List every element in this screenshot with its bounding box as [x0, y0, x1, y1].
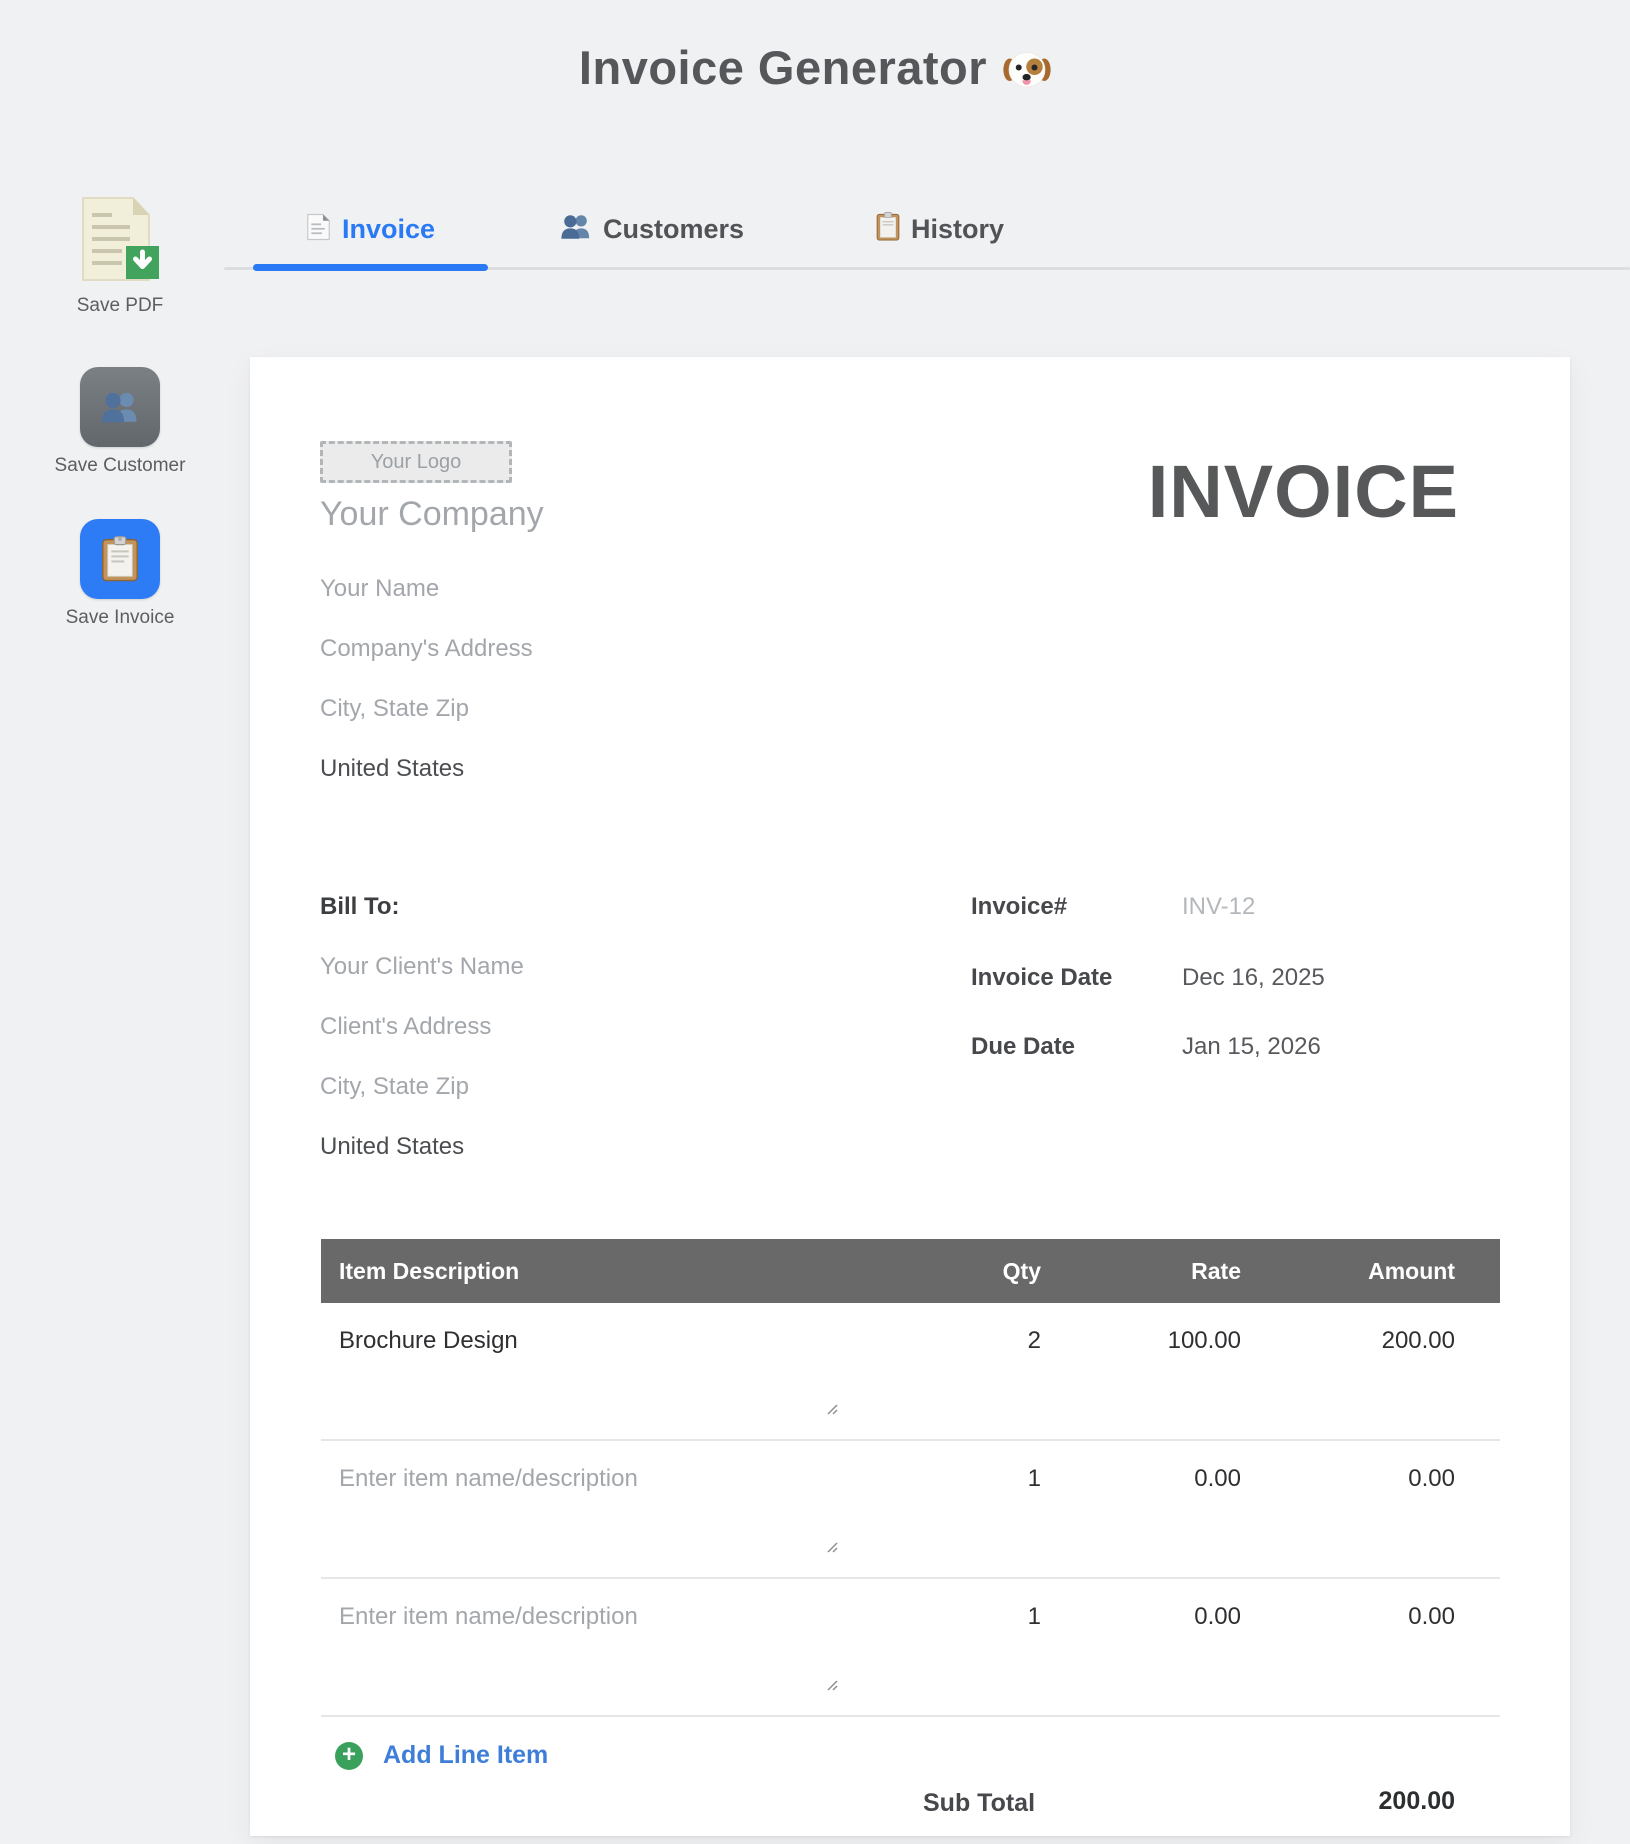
- two-users-icon: [80, 367, 160, 447]
- invoice-heading: INVOICE: [1148, 449, 1459, 534]
- item-qty-input[interactable]: 1: [841, 1465, 1041, 1577]
- item-description-input[interactable]: Enter item name/description: [321, 1603, 841, 1715]
- item-rate-input[interactable]: 100.00: [1041, 1327, 1241, 1439]
- invoice-date-label: Invoice Date: [971, 964, 1112, 992]
- tab-invoice[interactable]: Invoice: [253, 198, 488, 260]
- header-qty: Qty: [841, 1258, 1041, 1285]
- bill-to-label: Bill To:: [320, 893, 400, 921]
- table-row: Enter item name/description 1 0.00 0.00: [321, 1441, 1500, 1579]
- table-row: Enter item name/description 1 0.00 0.00: [321, 1579, 1500, 1717]
- add-line-item-label: Add Line Item: [383, 1741, 548, 1770]
- tab-history[interactable]: History: [820, 198, 1060, 260]
- invoice-date-field[interactable]: Dec 16, 2025: [1182, 964, 1325, 992]
- company-address-field[interactable]: Company's Address: [320, 635, 533, 663]
- item-description-input[interactable]: Brochure Design: [321, 1327, 841, 1439]
- save-customer-label: Save Customer: [55, 455, 186, 477]
- clipboard-icon: [876, 212, 900, 246]
- header-amount: Amount: [1241, 1258, 1455, 1285]
- save-invoice-button[interactable]: Save Invoice: [66, 519, 175, 629]
- sidebar: Save PDF Save Customer Save Invoice: [30, 196, 210, 629]
- logo-upload-box[interactable]: Your Logo: [320, 441, 512, 483]
- client-country-field[interactable]: United States: [320, 1133, 464, 1161]
- item-amount-value: 200.00: [1241, 1327, 1455, 1439]
- sub-total-value: 200.00: [1379, 1787, 1455, 1816]
- client-address-field[interactable]: Client's Address: [320, 1013, 491, 1041]
- save-customer-button[interactable]: Save Customer: [55, 367, 186, 477]
- company-name-field[interactable]: Your Company: [320, 495, 544, 534]
- company-contact-field[interactable]: Your Name: [320, 575, 439, 603]
- save-invoice-label: Save Invoice: [66, 607, 175, 629]
- company-city-field[interactable]: City, State Zip: [320, 695, 469, 723]
- due-date-field[interactable]: Jan 15, 2026: [1182, 1033, 1321, 1061]
- tab-history-label: History: [911, 214, 1004, 245]
- item-description-input[interactable]: Enter item name/description: [321, 1465, 841, 1577]
- item-rate-input[interactable]: 0.00: [1041, 1603, 1241, 1715]
- tab-customers-label: Customers: [603, 214, 744, 245]
- active-tab-indicator: [253, 264, 488, 271]
- document-icon: [306, 213, 331, 246]
- tab-customers[interactable]: Customers: [512, 198, 792, 260]
- page-title-text: Invoice Generator: [579, 41, 987, 94]
- invoice-number-field[interactable]: INV-12: [1182, 893, 1255, 921]
- plus-icon: +: [335, 1742, 363, 1770]
- textarea-resize-handle[interactable]: [825, 1533, 839, 1561]
- invoice-card: Your Logo Your Company Your Name Company…: [250, 357, 1570, 1836]
- textarea-resize-handle[interactable]: [825, 1671, 839, 1699]
- invoice-generator-app: Invoice Generator Save: [0, 0, 1630, 1844]
- table-header-row: Item Description Qty Rate Amount: [321, 1239, 1500, 1303]
- invoice-number-label: Invoice#: [971, 893, 1067, 921]
- add-line-item-button[interactable]: + Add Line Item: [335, 1741, 548, 1770]
- dog-face-icon: [1003, 50, 1051, 103]
- item-rate-input[interactable]: 0.00: [1041, 1465, 1241, 1577]
- logo-placeholder-label: Your Logo: [371, 451, 461, 474]
- client-name-field[interactable]: Your Client's Name: [320, 953, 524, 981]
- item-qty-input[interactable]: 2: [841, 1327, 1041, 1439]
- item-qty-input[interactable]: 1: [841, 1603, 1041, 1715]
- company-country-field[interactable]: United States: [320, 755, 464, 783]
- tab-invoice-label: Invoice: [342, 214, 435, 245]
- due-date-label: Due Date: [971, 1033, 1075, 1061]
- sub-total-label: Sub Total: [923, 1789, 1035, 1818]
- save-pdf-button[interactable]: Save PDF: [77, 196, 164, 317]
- line-items-table: Item Description Qty Rate Amount Brochur…: [321, 1239, 1500, 1717]
- save-pdf-label: Save PDF: [77, 295, 164, 317]
- header-rate: Rate: [1041, 1258, 1241, 1285]
- page-title: Invoice Generator: [0, 40, 1630, 104]
- users-icon: [560, 213, 592, 245]
- header-item-description: Item Description: [321, 1258, 841, 1285]
- item-amount-value: 0.00: [1241, 1603, 1455, 1715]
- client-city-field[interactable]: City, State Zip: [320, 1073, 469, 1101]
- textarea-resize-handle[interactable]: [825, 1395, 839, 1423]
- table-row: Brochure Design 2 100.00 200.00: [321, 1303, 1500, 1441]
- item-amount-value: 0.00: [1241, 1465, 1455, 1577]
- document-download-icon: [80, 196, 160, 287]
- clipboard-icon: [80, 519, 160, 599]
